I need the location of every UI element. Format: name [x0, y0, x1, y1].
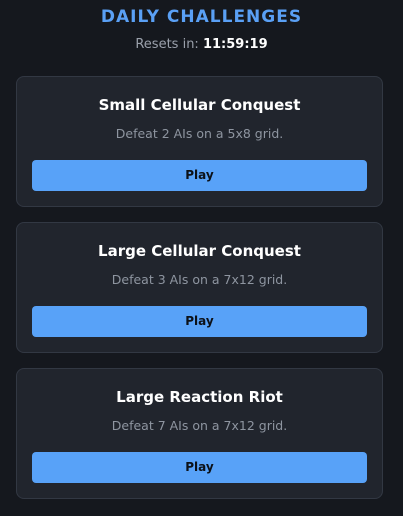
challenge-card-large-cellular-conquest: Large Cellular Conquest Defeat 3 AIs on …: [16, 222, 383, 353]
challenge-description: Defeat 3 AIs on a 7x12 grid.: [111, 272, 288, 287]
reset-label: Resets in:: [135, 37, 199, 52]
challenge-description: Defeat 2 AIs on a 5x8 grid.: [115, 126, 284, 141]
play-button[interactable]: Play: [32, 160, 367, 191]
challenge-title: Large Cellular Conquest: [98, 242, 301, 260]
play-button[interactable]: Play: [32, 452, 367, 483]
reset-timer: Resets in: 11:59:19: [0, 36, 403, 54]
challenge-card-large-reaction-riot: Large Reaction Riot Defeat 7 AIs on a 7x…: [16, 368, 383, 499]
panel-title: DAILY CHALLENGES: [100, 7, 303, 27]
challenge-description: Defeat 7 AIs on a 7x12 grid.: [111, 418, 288, 433]
challenge-card-small-cellular-conquest: Small Cellular Conquest Defeat 2 AIs on …: [16, 76, 383, 207]
challenge-list: Small Cellular Conquest Defeat 2 AIs on …: [16, 76, 383, 514]
challenge-title: Large Reaction Riot: [116, 388, 283, 406]
challenge-title: Small Cellular Conquest: [98, 96, 301, 114]
play-button[interactable]: Play: [32, 306, 367, 337]
reset-countdown: 11:59:19: [202, 37, 268, 52]
